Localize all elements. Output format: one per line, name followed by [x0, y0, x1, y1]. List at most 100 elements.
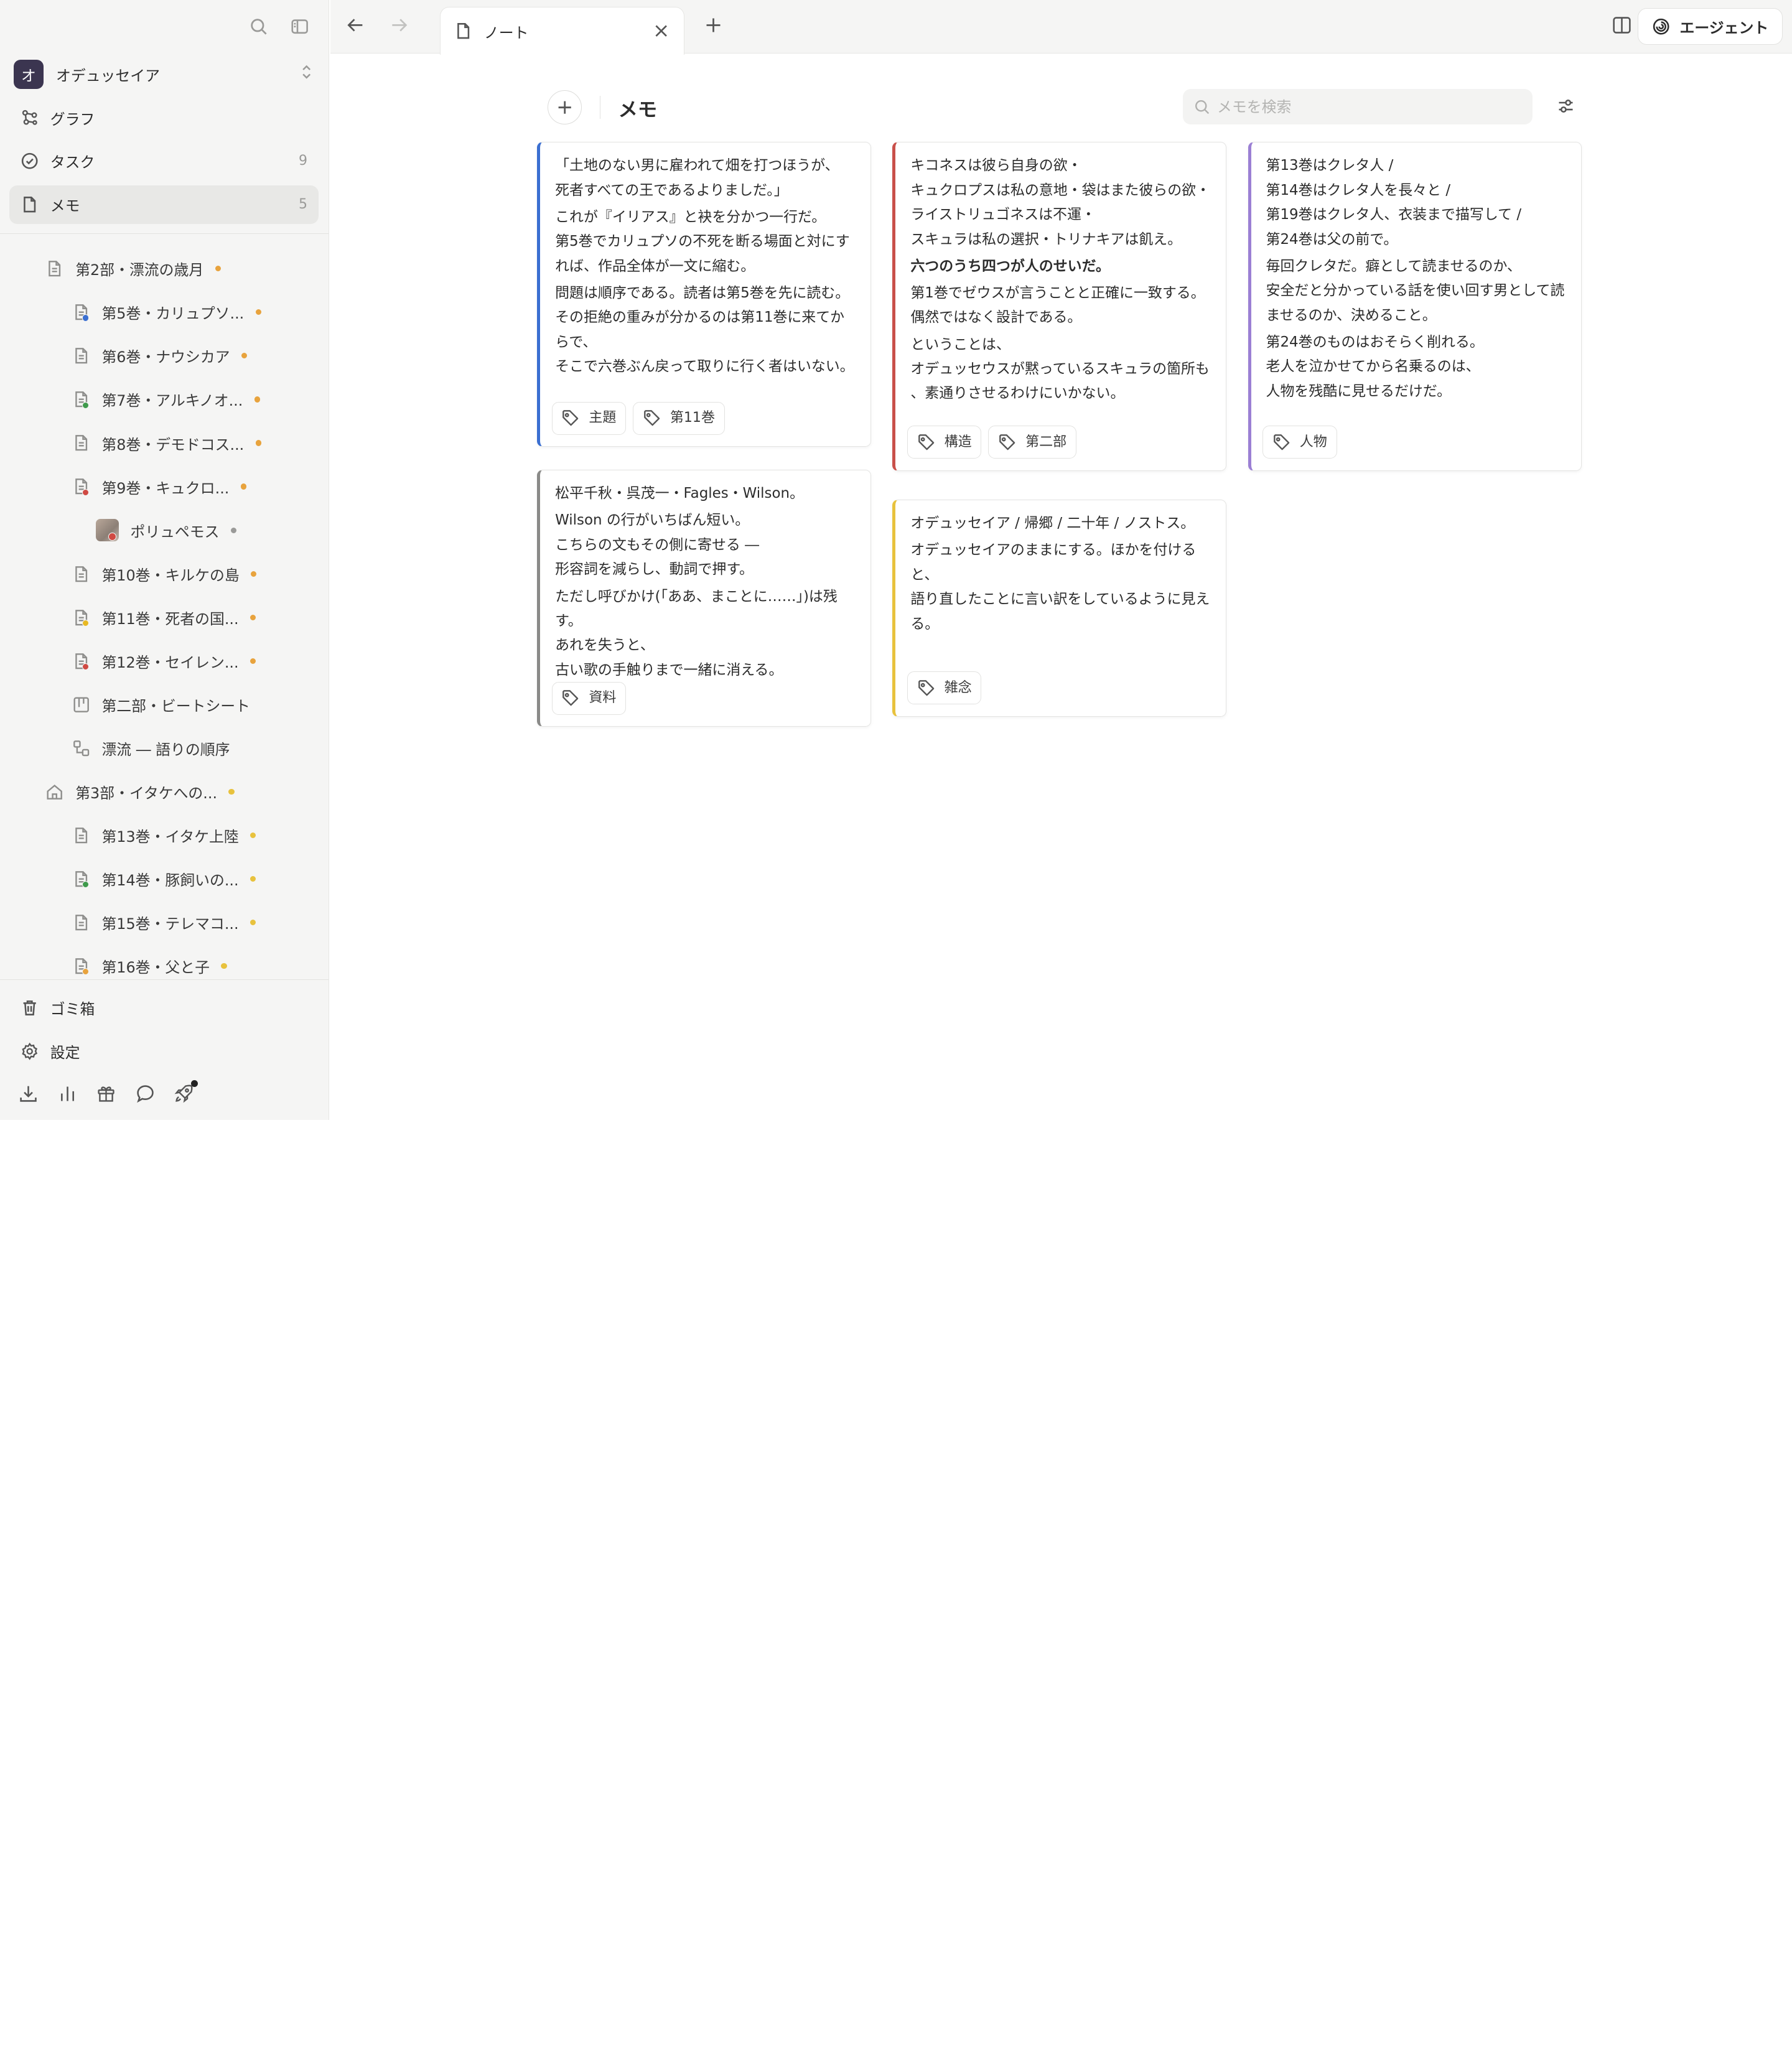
tree-item[interactable]: 第13巻・イタケ上陸 — [0, 814, 329, 857]
memo-page: メモ 「土地のない男に雇われて畑を打つほうが、 死者すべての王であるよりましだ。… — [330, 55, 1792, 1120]
memo-tags: 主題 第11巻 — [551, 401, 725, 435]
tree-item[interactable]: 第15巻・テレマコ... — [0, 901, 329, 945]
nav-item-trash[interactable]: ゴミ箱 — [9, 987, 319, 1028]
memo-paragraph: 松平千秋・呉茂一・Fagles・Wilson。 — [555, 485, 805, 502]
memo-paragraph: 第13巻はクレタ人 / 第14巻はクレタ人を長々と / 第19巻はクレタ人、衣装… — [1266, 157, 1522, 248]
document-icon — [72, 957, 90, 976]
stats-chart-icon[interactable] — [57, 1083, 78, 1104]
progress-dot — [250, 920, 256, 926]
tag-label: 構造 — [944, 434, 972, 450]
nav-item-settings[interactable]: 設定 — [9, 1031, 319, 1072]
tree-item-label: 第14巻・豚飼いの... — [101, 872, 239, 890]
progress-dot — [230, 527, 237, 533]
tree-item-label: 第16巻・父と子 — [101, 959, 210, 977]
tree-item-label: 第8巻・デモドコス... — [101, 436, 245, 454]
new-tab-plus-icon[interactable] — [703, 15, 726, 38]
chat-bubble-icon[interactable] — [135, 1083, 156, 1104]
memo-card[interactable]: 第13巻はクレタ人 / 第14巻はクレタ人を長々と / 第19巻はクレタ人、衣装… — [1248, 141, 1582, 471]
add-memo-button[interactable] — [547, 90, 582, 125]
progress-dot — [251, 571, 257, 577]
beat-sheet-icon — [72, 696, 90, 714]
tree-item[interactable]: 第14巻・豚飼いの... — [0, 857, 329, 901]
back-arrow-icon[interactable] — [344, 14, 369, 39]
tree-item[interactable]: 第6巻・ナウシカア — [0, 334, 329, 378]
tag-chip[interactable]: 資料 — [551, 681, 627, 715]
progress-dot — [250, 614, 256, 620]
tree-item-label: 第11巻・死者の国... — [101, 610, 239, 628]
tree-item[interactable]: 第7巻・アルキノオ... — [0, 378, 329, 421]
memo-paragraph: キコネスは彼ら自身の欲・ キュクロプスは私の意地・袋はまた彼らの欲・ ライストリ… — [910, 157, 1211, 248]
notification-badge — [190, 1080, 198, 1087]
tree-item[interactable]: 第8巻・デモドコス... — [0, 421, 329, 465]
tree-item-label: 第2部・漂流の歳月 — [75, 261, 204, 279]
tag-label: 資料 — [589, 690, 617, 706]
sidebar-bottom-nav: ゴミ箱 設定 — [9, 987, 319, 1075]
agent-button[interactable]: エージェント — [1638, 7, 1783, 45]
tag-chip[interactable]: 構造 — [907, 426, 982, 459]
tag-chip[interactable]: 第二部 — [988, 426, 1076, 459]
memo-card[interactable]: 松平千秋・呉茂一・Fagles・Wilson。 Wilson の行がいちばん短い。… — [537, 469, 871, 727]
rocket-icon[interactable] — [174, 1080, 198, 1104]
tree-item[interactable]: 第2部・漂流の歳月 — [0, 247, 329, 291]
tab-note[interactable]: ノート — [440, 7, 685, 55]
tree-item[interactable]: 第10巻・キルケの島 — [0, 552, 329, 595]
tree-item[interactable]: 漂流 ― 語りの順序 — [0, 726, 329, 770]
nav-item-graph[interactable]: グラフ — [9, 98, 319, 137]
home-icon — [45, 783, 63, 801]
nav-item-memo[interactable]: メモ 5 — [9, 185, 319, 224]
tag-chip[interactable]: 第11巻 — [633, 401, 725, 435]
tree-item[interactable]: 第9巻・キュクロ... — [0, 465, 329, 508]
tag-label: 主題 — [589, 410, 617, 426]
progress-dot — [255, 309, 261, 315]
primary-nav: グラフ タスク 9 メモ 5 — [9, 98, 319, 228]
nav-label: メモ — [50, 197, 80, 215]
memo-paragraph: 問題は順序である。読者は第5巻を先に読む。 その拒絶の重みが分かるのは第11巻に… — [555, 284, 854, 375]
sidebar-toggle-icon[interactable] — [287, 14, 312, 39]
agent-spiral-icon — [1653, 18, 1670, 35]
tag-chip[interactable]: 主題 — [551, 401, 627, 435]
document-icon — [72, 390, 90, 409]
memo-card[interactable]: 「土地のない男に雇われて畑を打つほうが、 死者すべての王であるよりましだ。」 これ… — [537, 141, 871, 447]
document-icon — [72, 434, 90, 452]
tree-item-label: 第13巻・イタケ上陸 — [101, 828, 239, 846]
download-icon[interactable] — [18, 1083, 39, 1104]
tree-item[interactable]: 第16巻・父と子 — [0, 945, 329, 978]
tag-chip[interactable]: 人物 — [1262, 426, 1337, 459]
workspace-avatar: オ — [14, 59, 44, 90]
top-bar: ノート エージェント — [330, 0, 1792, 55]
search-input[interactable] — [1217, 98, 1514, 116]
memo-tags: 資料 — [551, 681, 627, 715]
tab-label: ノート — [483, 24, 529, 42]
tree-item-label: 第二部・ビートシート — [101, 697, 251, 715]
close-icon[interactable] — [652, 22, 670, 40]
nav-count: 5 — [299, 197, 308, 213]
tree-item[interactable]: 第5巻・カリュプソ... — [0, 291, 329, 334]
memo-paragraph: オデュッセイアのままにする。ほかを付けると、 語り直したことに言い訳をしているよ… — [910, 542, 1210, 632]
filter-sliders-icon[interactable] — [1556, 96, 1579, 119]
page-title: メモ — [618, 98, 658, 121]
tag-icon — [1272, 433, 1300, 451]
document-icon — [72, 609, 90, 627]
tag-icon — [561, 409, 589, 427]
sidebar-divider — [0, 979, 329, 980]
memo-tags: 人物 — [1262, 426, 1337, 459]
memo-card[interactable]: オデュッセイア / 帰郷 / 二十年 / ノストス。 オデュッセイアのままにする。… — [892, 499, 1226, 717]
tree-item[interactable]: ポリュペモス — [0, 508, 329, 552]
workspace-switcher[interactable]: オ オデュッセイア — [14, 59, 315, 90]
split-view-icon[interactable] — [1612, 15, 1635, 38]
search-icon[interactable] — [246, 14, 271, 39]
forward-arrow-icon[interactable] — [388, 14, 413, 39]
document-icon — [72, 870, 90, 889]
tree-item[interactable]: 第3部・イタケへの... — [0, 770, 329, 813]
tree-item[interactable]: 第11巻・死者の国... — [0, 595, 329, 639]
memo-card[interactable]: キコネスは彼ら自身の欲・ キュクロプスは私の意地・袋はまた彼らの欲・ ライストリ… — [892, 141, 1226, 471]
tag-chip[interactable]: 雑念 — [907, 671, 982, 705]
tree-item[interactable]: 第二部・ビートシート — [0, 683, 329, 726]
progress-dot — [240, 483, 246, 490]
document-icon — [72, 303, 90, 322]
nav-item-tasks[interactable]: タスク 9 — [9, 142, 319, 180]
gift-icon[interactable] — [96, 1083, 116, 1104]
tree-item[interactable]: 第12巻・セイレン... — [0, 639, 329, 683]
document-icon — [72, 913, 90, 931]
trash-icon — [23, 1001, 36, 1016]
